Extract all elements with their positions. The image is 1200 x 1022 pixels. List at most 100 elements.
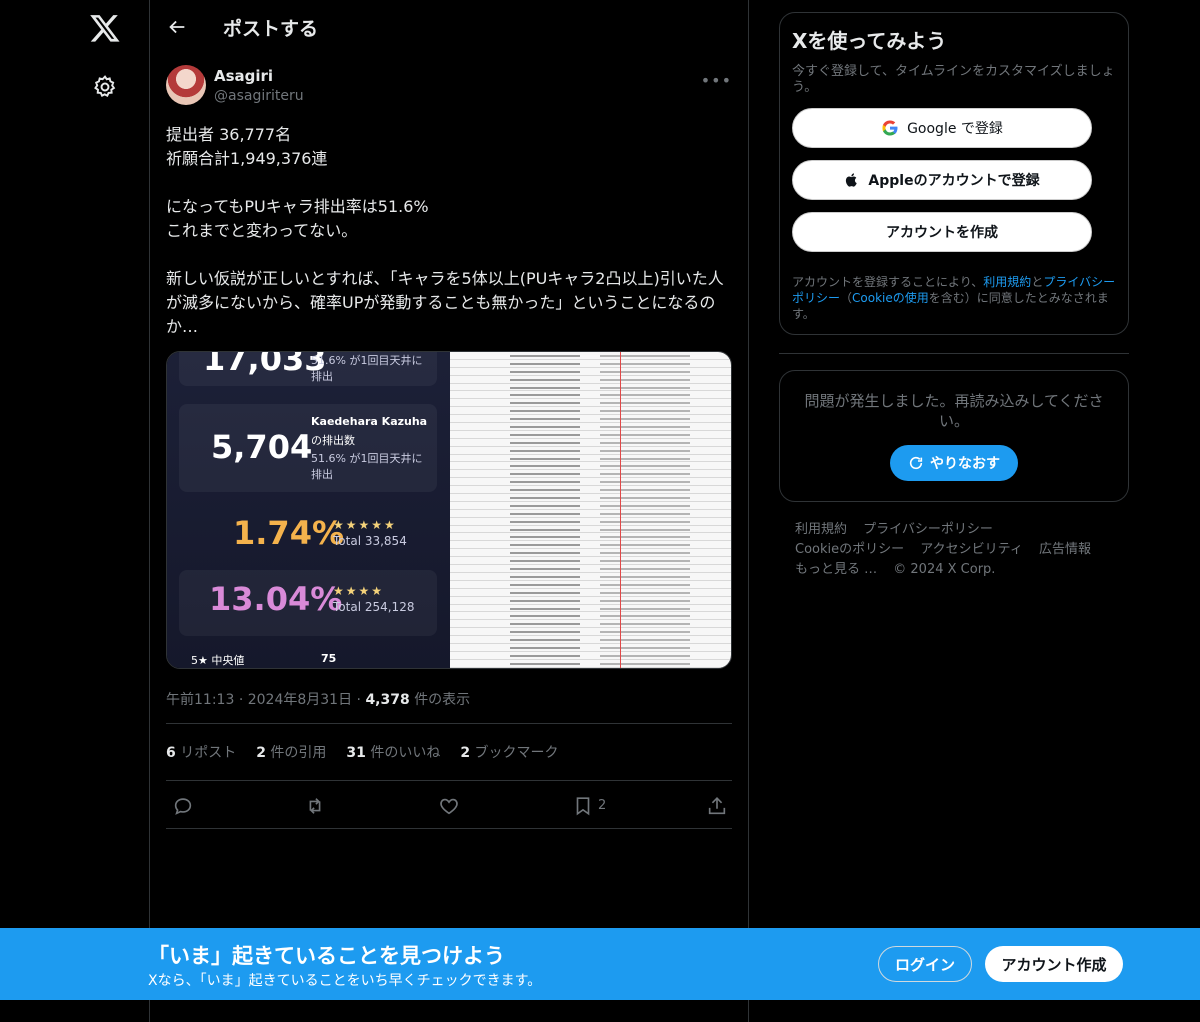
post: Asagiri @asagiriteru ••• 提出者 36,777名 祈願合… [150,65,748,829]
kazuha-title: Kaedehara Kazuha [311,415,428,428]
footer-privacy[interactable]: プライバシーポリシー [863,522,993,537]
footer-accessibility[interactable]: アクセシビリティ [920,542,1023,557]
median-label: 5★ 中央値 [191,654,245,667]
table-image-row [450,557,731,566]
table-image-row [450,612,731,621]
media-stats-image: 17,033 51.6% が1回目天井に 排出 Kaedehara Kazuha… [167,352,450,668]
likes-stat[interactable]: 31 件のいいね [346,742,440,762]
google-icon [882,120,898,136]
signup-subtitle: 今すぐ登録して、タイムラインをカスタマイズしましょう。 [792,64,1115,95]
footer-row-1: 利用規約 プライバシーポリシー [795,520,1113,540]
google-signup-button[interactable]: Google で登録 [792,108,1092,148]
top-caption-2: 排出 [311,370,333,383]
kazuha-caption-3: 排出 [311,468,333,481]
post-time[interactable]: 午前11:13 [166,692,234,708]
banner-subtitle: Xなら、「いま」起きていることをいち早くチェックできます。 [148,973,542,989]
five-star-rate: 1.74% [233,514,345,552]
bookmarks-label: ブックマーク [474,745,559,761]
error-box: 問題が発生しました。再読み込みしてください。 やりなおす [779,370,1129,502]
table-image-row [450,470,731,479]
footer-cookie[interactable]: Cookieのポリシー [795,542,904,557]
apple-signup-label: Appleのアカウントで登録 [868,173,1040,189]
meta-separator-1: · [238,692,248,708]
media-table-image [450,352,731,668]
table-image-row [450,407,731,416]
kazuha-caption-2: 51.6% が1回目天井に [311,452,423,465]
table-image-row [450,510,731,518]
bookmarks-stat[interactable]: 2 ブックマーク [460,742,558,762]
table-image-row [450,644,731,652]
bookmark-icon[interactable] [572,795,594,817]
like-heart-icon[interactable] [438,795,460,817]
signup-button[interactable]: アカウント作成 [985,946,1123,982]
retry-button[interactable]: やりなおす [890,445,1018,481]
create-account-button[interactable]: アカウントを作成 [792,212,1092,252]
post-author: Asagiri @asagiriteru ••• [166,65,732,115]
post-date[interactable]: 2024年8月31日 [248,692,352,708]
post-actions: 2 [166,781,732,829]
post-text: 提出者 36,777名 祈願合計1,949,376連 になってもPUキャラ排出率… [166,125,724,336]
four-star-rate: 13.04% [209,580,343,618]
post-media[interactable]: 17,033 51.6% が1回目天井に 排出 Kaedehara Kazuha… [166,351,732,669]
login-button[interactable]: ログイン [878,946,972,982]
table-image-row [450,518,731,526]
main-column: ポストする Asagiri @asagiriteru ••• 提出者 36,77… [149,0,749,1022]
share-icon[interactable] [706,795,728,817]
footer-ads[interactable]: 広告情報 [1039,542,1091,557]
footer-copyright: © 2024 X Corp. [893,562,996,577]
table-image-row [450,494,731,502]
table-image-row [450,502,731,510]
table-image-row [450,652,731,660]
author-name[interactable]: Asagiri [214,67,273,85]
quotes-stat[interactable]: 2 件の引用 [256,742,326,762]
views-count: 4,378 [365,692,410,708]
signup-box: Xを使ってみよう 今すぐ登録して、タイムラインをカスタマイズしましょう。 Goo… [779,12,1129,335]
repost-icon[interactable] [304,795,326,817]
kazuha-caption-1: の排出数 [311,434,355,447]
table-image-row [450,439,731,447]
reposts-label: リポスト [180,745,237,761]
reply-icon[interactable] [172,795,194,817]
table-image-row [450,399,731,408]
x-logo-icon[interactable] [88,12,122,44]
sidebar-divider [779,353,1129,354]
table-image-row [450,376,731,384]
top-number: 17,033 [203,351,327,378]
table-image-row [450,352,731,360]
table-image-row [450,447,731,455]
quotes-label: 件の引用 [270,745,327,761]
table-image-row [450,431,731,439]
table-image-row [450,573,731,581]
table-image-row [450,486,731,495]
table-image-row [450,533,731,542]
bookmark-action-count: 2 [598,798,607,813]
table-image-row [450,628,731,637]
cookie-link[interactable]: Cookieの使用 [852,291,929,305]
table-image-row [450,589,731,597]
bookmarks-count: 2 [460,745,471,761]
login-banner: 「いま」起きていることを見つけよう Xなら、「いま」起きていることをいち早くチェ… [0,928,1200,1000]
google-signup-label: Google で登録 [907,121,1003,137]
table-image-row [450,455,731,463]
top-caption-1: 51.6% が1回目天井に [311,354,423,367]
legal-open: （ [840,291,853,305]
table-image-row [450,415,731,424]
settings-gear-icon[interactable] [92,74,118,100]
reposts-stat[interactable]: 6 リポスト [166,742,236,762]
table-image-row [450,368,731,376]
table-image-row [450,462,731,471]
avatar[interactable] [166,65,206,105]
likes-count: 31 [346,745,366,761]
footer-terms[interactable]: 利用規約 [795,522,847,537]
signup-legal-text: アカウントを登録することにより、利用規約とプライバシーポリシー（Cookieの使… [792,274,1116,322]
views-label: 件の表示 [414,692,471,708]
create-account-label: アカウントを作成 [886,225,998,241]
terms-link[interactable]: 利用規約 [983,275,1031,289]
apple-icon [846,173,858,187]
back-arrow-icon[interactable] [166,16,188,38]
author-handle[interactable]: @asagiriteru [214,88,304,104]
post-stats: 6 リポスト 2 件の引用 31 件のいいね 2 ブックマーク [166,724,732,781]
apple-signup-button[interactable]: Appleのアカウントで登録 [792,160,1092,200]
footer-more[interactable]: もっと見る … [795,562,877,577]
more-options-icon[interactable]: ••• [701,71,732,90]
